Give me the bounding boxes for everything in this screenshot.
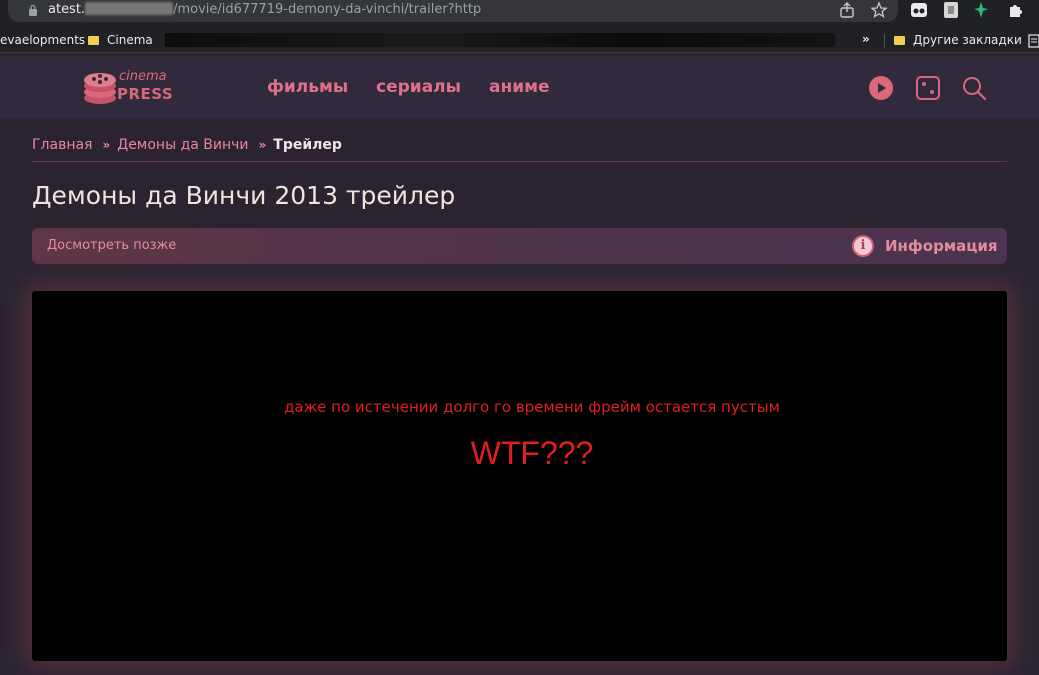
bookmark-label: evaelopments <box>0 33 86 47</box>
folder-icon <box>88 36 99 45</box>
nav-series[interactable]: сериалы <box>376 76 461 98</box>
other-bookmarks-label: Другие закладки <box>913 33 1022 47</box>
other-bookmarks-folder[interactable]: Другие закладки <box>894 33 1022 48</box>
breadcrumb-home[interactable]: Главная <box>32 135 92 155</box>
reading-list-icon[interactable] <box>1028 34 1039 48</box>
bookmark-item[interactable]: evaelopments <box>0 33 85 48</box>
annotation-text: даже по истечении долго го времени фрейм… <box>284 398 780 416</box>
more-bookmarks-button[interactable]: » <box>862 32 870 46</box>
share-icon[interactable] <box>838 1 856 19</box>
extension-grey-icon[interactable] <box>942 1 960 19</box>
breadcrumb-current: Трейлер <box>273 137 342 153</box>
lock-icon <box>29 4 37 16</box>
bookmark-label: Cinema <box>107 33 153 47</box>
bookmarks-redacted <box>165 33 835 47</box>
info-icon: i <box>852 235 874 257</box>
nav-films[interactable]: фильмы <box>267 76 348 98</box>
logo-text-top: cinema <box>119 69 167 84</box>
breadcrumb-separator: » <box>102 138 111 152</box>
annotation-wtf: WTF??? <box>470 435 594 471</box>
action-bar: Досмотреть позже i Информация <box>32 228 1007 264</box>
extension-rating-icon[interactable] <box>910 1 928 19</box>
url-path: /movie/id677719-demony-da-vinchi/trailer… <box>173 2 482 17</box>
watch-later-button[interactable]: Досмотреть позже <box>47 237 176 255</box>
url-text[interactable]: atest. /movie/id677719-demony-da-vinchi/t… <box>48 1 481 19</box>
bookmarks-bar: evaelopments Cinema » Другие закладки <box>0 29 1039 53</box>
nav-anime[interactable]: аниме <box>489 76 550 98</box>
site-logo[interactable]: cinema PRESS <box>83 66 173 108</box>
breadcrumb-series[interactable]: Демоны да Винчи <box>117 135 248 155</box>
breadcrumb: Главная » Демоны да Винчи » Трейлер <box>32 135 1007 162</box>
folder-icon <box>894 36 905 45</box>
url-field[interactable]: atest. /movie/id677719-demony-da-vinchi/t… <box>8 0 898 22</box>
trailer-player-frame[interactable] <box>32 291 1007 661</box>
film-reel-logo-icon <box>84 73 116 104</box>
url-redacted <box>85 2 174 15</box>
extensions-puzzle-icon[interactable] <box>1006 1 1024 19</box>
star-icon[interactable] <box>870 1 888 19</box>
bookmark-folder-cinema[interactable]: Cinema <box>88 33 153 48</box>
search-icon[interactable] <box>961 75 987 101</box>
breadcrumb-separator: » <box>258 138 267 152</box>
bookmarks-divider <box>884 34 885 48</box>
info-label: Информация <box>885 237 998 255</box>
logo-text-bottom: PRESS <box>117 85 174 103</box>
url-host: atest. <box>48 2 86 17</box>
play-icon[interactable] <box>868 75 894 101</box>
browser-address-bar: atest. /movie/id677719-demony-da-vinchi/t… <box>0 0 1039 29</box>
site-header: cinema PRESS фильмы сериалы аниме <box>0 56 1039 118</box>
random-dice-icon[interactable] <box>915 75 941 101</box>
extension-green-icon[interactable] <box>972 1 990 19</box>
page-title: Демоны да Винчи 2013 трейлер <box>32 181 456 210</box>
